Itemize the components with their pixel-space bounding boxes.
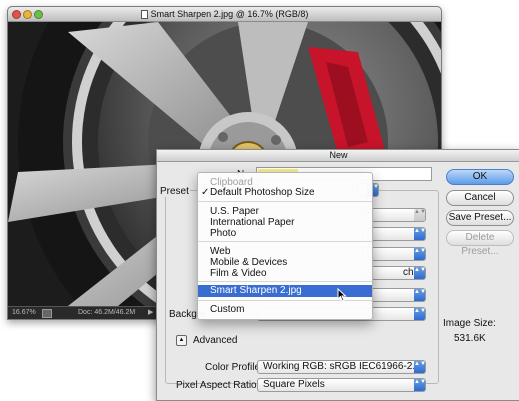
menu-item-mobile-devices[interactable]: Mobile & Devices (198, 257, 372, 268)
delete-preset-button: Delete Preset... (446, 230, 514, 257)
checkmark-icon: ✓ (201, 187, 210, 198)
pixel-aspect-value: Square Pixels (263, 379, 325, 390)
zoom-level[interactable]: 16.67% (12, 307, 36, 319)
ok-button[interactable]: OK (446, 169, 514, 185)
menu-item-default-photoshop-size[interactable]: ✓ Default Photoshop Size (198, 187, 372, 198)
mouse-pointer-icon (337, 288, 347, 302)
save-preset-button[interactable]: Save Preset... (446, 210, 514, 226)
menu-separator (198, 241, 372, 242)
popup-arrows-icon: ▲▼ (414, 209, 426, 221)
color-profile-value: Working RGB: sRGB IEC61966-2.1 (263, 361, 421, 372)
popup-arrows-icon: ▲▼ (414, 289, 426, 301)
menu-separator (198, 281, 372, 282)
popup-arrows-icon: ▲▼ (414, 248, 426, 260)
color-profile-label: Color Profile: (205, 362, 263, 373)
advanced-disclosure-icon[interactable]: ▲ (176, 335, 187, 346)
pixel-aspect-label: Pixel Aspect Ratio: (176, 380, 260, 391)
image-size-value: 531.6K (454, 333, 486, 344)
menu-item-label: Default Photoshop Size (210, 187, 315, 198)
popup-arrows-icon: ▲▼ (414, 308, 426, 320)
window-controls (12, 9, 45, 23)
popup-arrows-icon: ▲▼ (414, 228, 426, 240)
menu-item-photo[interactable]: Photo (198, 228, 372, 239)
minimize-button[interactable] (23, 10, 32, 19)
dialog-title: New (157, 150, 519, 162)
pixel-aspect-popup[interactable]: Square Pixels ▲▼ (257, 378, 426, 392)
popup-arrows-icon: ▲▼ (414, 361, 426, 373)
close-button[interactable] (12, 10, 21, 19)
menu-item-film-video[interactable]: Film & Video (198, 268, 372, 279)
image-size-label: Image Size: (443, 318, 496, 329)
status-arrow-icon[interactable]: ▶ (148, 307, 153, 319)
document-title: Smart Sharpen 2.jpg @ 16.7% (RGB/8) (150, 9, 309, 19)
zoom-button[interactable] (34, 10, 43, 19)
document-title-bar[interactable]: Smart Sharpen 2.jpg @ 16.7% (RGB/8) (8, 7, 441, 22)
popup-arrows-icon: ▲▼ (414, 379, 426, 391)
document-icon (140, 10, 148, 19)
cancel-button[interactable]: Cancel (446, 190, 514, 206)
menu-item-us-paper[interactable]: U.S. Paper (198, 206, 372, 217)
menu-item-custom[interactable]: Custom (198, 304, 372, 315)
menu-item-international-paper[interactable]: International Paper (198, 217, 372, 228)
menu-item-web[interactable]: Web (198, 246, 372, 257)
color-profile-popup[interactable]: Working RGB: sRGB IEC61966-2.1 ▲▼ (257, 360, 426, 374)
advanced-label[interactable]: Advanced (193, 335, 237, 346)
menu-separator (198, 201, 372, 202)
document-info[interactable]: Doc: 46.2M/46.2M (78, 307, 135, 319)
status-icon[interactable] (42, 309, 52, 318)
resolution-unit-text: ch (403, 267, 414, 278)
preset-label: Preset (159, 186, 190, 197)
popup-arrows-icon: ▲▼ (414, 267, 426, 279)
